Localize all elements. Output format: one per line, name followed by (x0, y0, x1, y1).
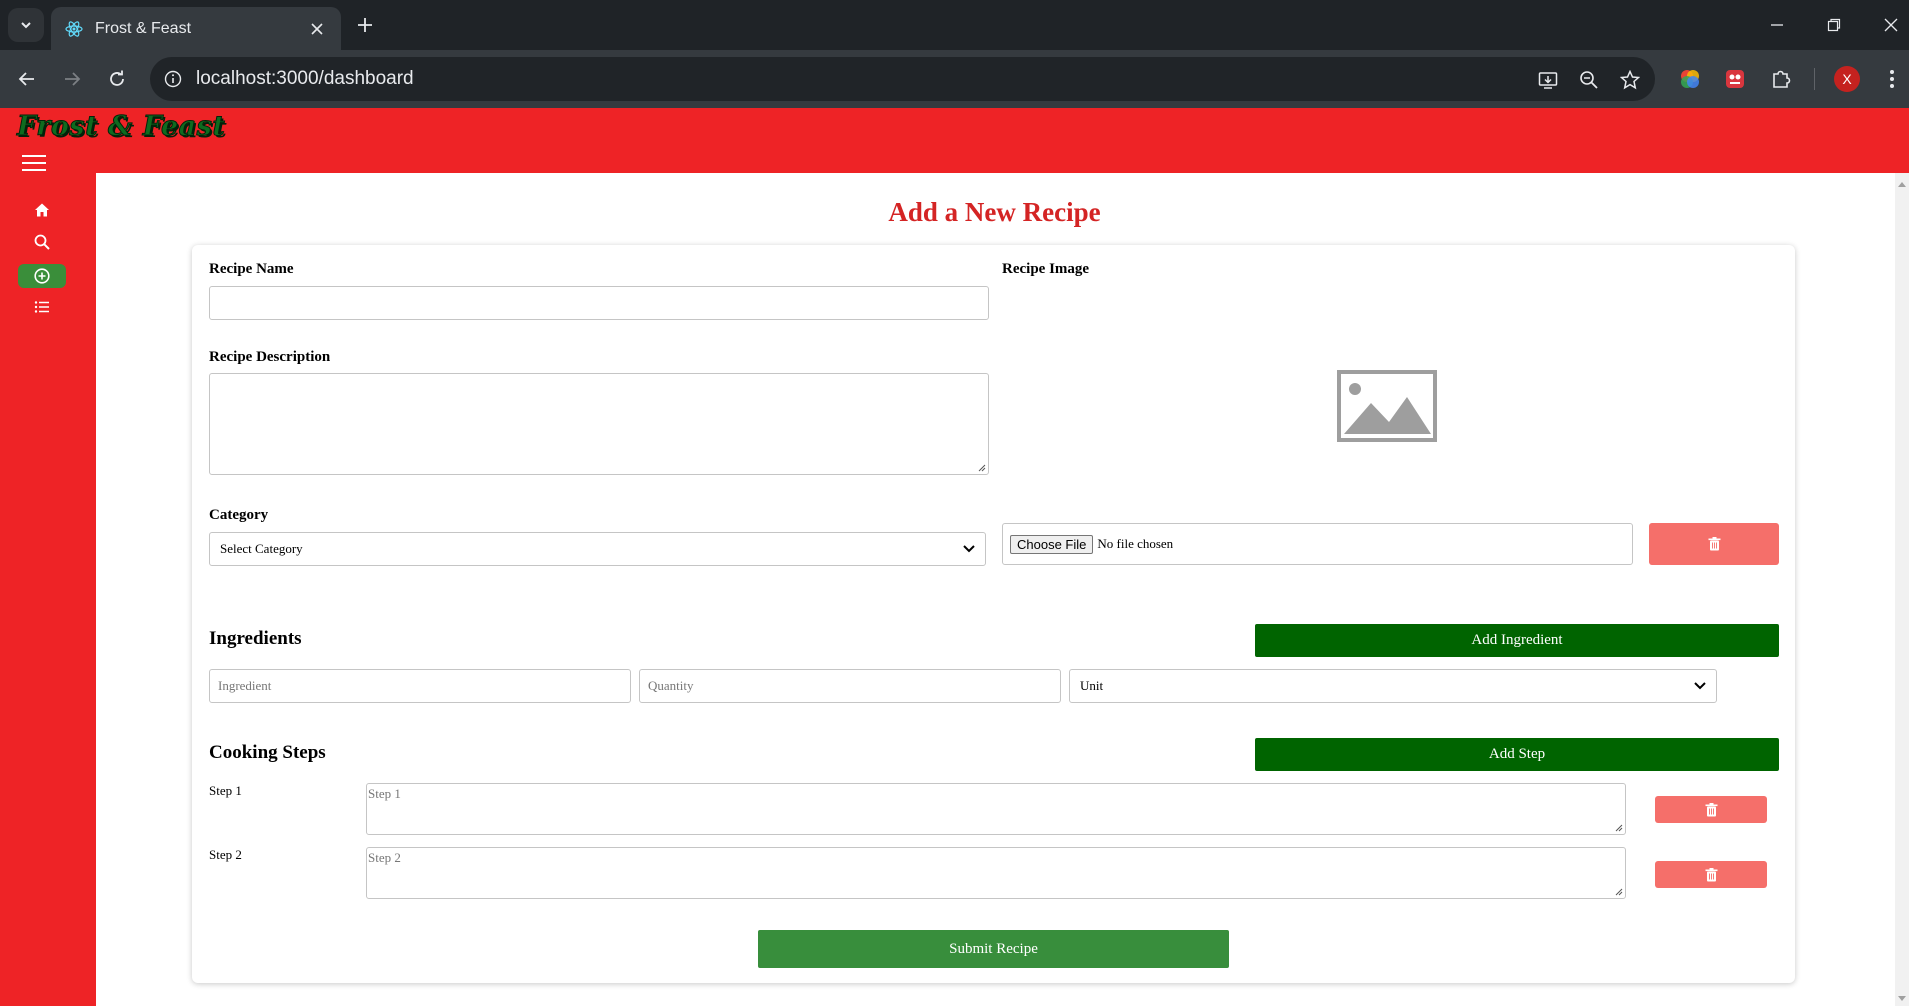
home-icon (35, 203, 49, 217)
close-window-button[interactable] (1878, 12, 1904, 38)
browser-toolbar: localhost:3000/dashboard (0, 50, 1909, 108)
step-textarea[interactable]: Step 1 (366, 783, 1626, 835)
delete-step-button[interactable] (1655, 861, 1767, 888)
address-bar[interactable]: localhost:3000/dashboard (150, 57, 1655, 101)
forward-button[interactable] (59, 66, 85, 92)
tab-title: Frost & Feast (95, 19, 192, 37)
react-icon (65, 20, 83, 37)
recipe-image-label: Recipe Image (1002, 261, 1090, 277)
more-menu-icon[interactable] (1880, 67, 1904, 91)
category-selected-value: Select Category (220, 541, 303, 556)
minimize-button[interactable] (1764, 12, 1790, 38)
color-extension-icon[interactable] (1678, 67, 1702, 91)
recipe-description-textarea[interactable] (209, 373, 989, 475)
trash-icon (1705, 802, 1717, 816)
tools-extension-icon[interactable] (1723, 67, 1747, 91)
cooking-steps-title: Cooking Steps (209, 742, 326, 763)
hamburger-icon-line (22, 162, 46, 164)
reload-icon (110, 70, 124, 86)
main-content: Add a New Recipe Recipe Name Recipe Imag… (96, 173, 1895, 1006)
tab-search-button[interactable] (8, 8, 44, 42)
plus-icon (358, 18, 372, 32)
step-label: Step 1 (209, 783, 242, 798)
quantity-input[interactable]: Quantity (639, 669, 1061, 703)
recipe-description-label: Recipe Description (209, 349, 331, 365)
menu-toggle-button[interactable] (22, 155, 46, 175)
restore-button[interactable] (1821, 12, 1847, 38)
delete-step-button[interactable] (1655, 796, 1767, 823)
ingredients-title: Ingredients (209, 628, 302, 649)
hamburger-icon-line (22, 169, 46, 171)
zoom-icon[interactable] (1577, 68, 1601, 92)
app-header: Frost & Feast (0, 108, 1909, 173)
sidebar-item-home[interactable] (18, 198, 66, 222)
minimize-icon (1771, 24, 1783, 26)
bookmark-star-icon[interactable] (1618, 68, 1642, 92)
recipe-name-input[interactable] (209, 286, 989, 320)
step-placeholder: Step 1 (368, 786, 401, 801)
resize-grip-icon[interactable] (977, 463, 986, 472)
close-tab-icon[interactable] (307, 19, 327, 39)
install-app-icon[interactable] (1536, 68, 1560, 92)
step-label: Step 2 (209, 847, 242, 862)
chevron-down-icon (21, 22, 31, 29)
resize-grip-icon[interactable] (1614, 823, 1623, 832)
sidebar-item-recipes[interactable] (18, 295, 66, 319)
sidebar-item-search[interactable] (18, 230, 66, 254)
restore-icon (1827, 18, 1841, 32)
new-tab-button[interactable] (352, 12, 378, 38)
recipe-image-file-input[interactable]: Choose File No file chosen (1002, 523, 1633, 565)
scroll-down-arrow-icon[interactable] (1898, 996, 1906, 1002)
toolbar-divider (1814, 68, 1815, 90)
page-scrollbar[interactable] (1895, 173, 1909, 1006)
arrow-left-icon (18, 72, 34, 86)
add-step-button[interactable]: Add Step (1255, 738, 1779, 771)
plus-circle-icon (34, 268, 50, 284)
category-label: Category (209, 507, 269, 523)
trash-icon (1708, 537, 1720, 551)
recipe-form-card: Recipe Name Recipe Image Recipe Descript… (192, 245, 1795, 983)
site-info-icon[interactable] (162, 68, 184, 90)
back-button[interactable] (14, 66, 40, 92)
arrow-right-icon (65, 72, 81, 86)
ingredient-input[interactable]: Ingredient (209, 669, 631, 703)
step-textarea[interactable]: Step 2 (366, 847, 1626, 899)
page-title: Add a New Recipe (888, 197, 1101, 227)
choose-file-button[interactable]: Choose File (1010, 534, 1094, 554)
close-icon (1884, 18, 1898, 32)
unit-selected-value: Unit (1080, 678, 1104, 693)
trash-icon (1705, 867, 1717, 881)
scroll-up-arrow-icon[interactable] (1898, 181, 1906, 187)
browser-tab[interactable]: Frost & Feast (51, 7, 341, 50)
resize-grip-icon[interactable] (1614, 887, 1623, 896)
chevron-down-icon (963, 545, 975, 553)
category-select[interactable]: Select Category (209, 532, 986, 566)
extensions-puzzle-icon[interactable] (1769, 67, 1793, 91)
step-placeholder: Step 2 (368, 850, 401, 865)
sidebar-item-add-recipe[interactable] (18, 264, 66, 288)
reload-button[interactable] (104, 66, 130, 92)
image-placeholder-icon (1337, 370, 1437, 442)
browser-tab-bar: Frost & Feast (0, 0, 1909, 50)
unit-select[interactable]: Unit (1069, 669, 1717, 703)
hamburger-icon (22, 155, 46, 157)
no-file-text: No file chosen (1097, 536, 1174, 551)
chevron-down-icon (1694, 682, 1706, 690)
list-icon (34, 301, 49, 313)
recipe-name-label: Recipe Name (209, 261, 294, 277)
app-logo[interactable]: Frost & Feast (16, 111, 225, 143)
add-ingredient-button[interactable]: Add Ingredient (1255, 624, 1779, 657)
search-icon (34, 234, 50, 250)
profile-avatar[interactable]: X (1834, 66, 1860, 92)
url-text: localhost:3000/dashboard (196, 68, 414, 89)
submit-recipe-button[interactable]: Submit Recipe (758, 930, 1229, 968)
remove-image-button[interactable] (1649, 523, 1779, 565)
